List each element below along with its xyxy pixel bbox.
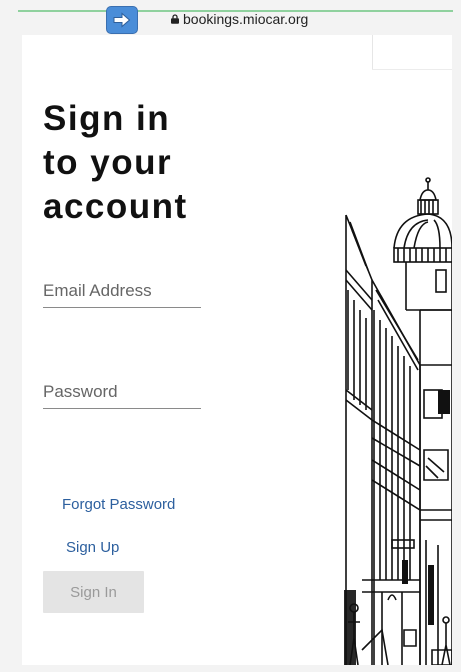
- page-title: Sign in to your account: [43, 97, 188, 229]
- building-sketch-icon: [344, 177, 452, 665]
- lock-icon: [171, 14, 179, 24]
- signin-page: Sign in to your account Email Address Pa…: [22, 35, 452, 665]
- url-text[interactable]: bookings.miocar.org: [183, 11, 308, 27]
- password-underline: [43, 408, 201, 409]
- email-field[interactable]: Email Address: [43, 281, 201, 308]
- toolbar-divider: [372, 35, 373, 69]
- sign-in-button[interactable]: Sign In: [43, 571, 144, 613]
- password-field[interactable]: Password: [43, 382, 201, 409]
- email-underline: [43, 307, 201, 308]
- browser-address-bar: bookings.miocar.org: [0, 0, 461, 36]
- toolbar-divider-line: [372, 69, 452, 70]
- forgot-password-link[interactable]: Forgot Password: [62, 496, 175, 513]
- arrow-right-icon[interactable]: [106, 6, 138, 34]
- title-line: Sign in: [43, 99, 171, 138]
- password-label: Password: [43, 382, 118, 401]
- sign-up-link[interactable]: Sign Up: [66, 539, 119, 556]
- title-line: to your: [43, 143, 173, 182]
- email-label: Email Address: [43, 281, 152, 300]
- title-line: account: [43, 187, 188, 226]
